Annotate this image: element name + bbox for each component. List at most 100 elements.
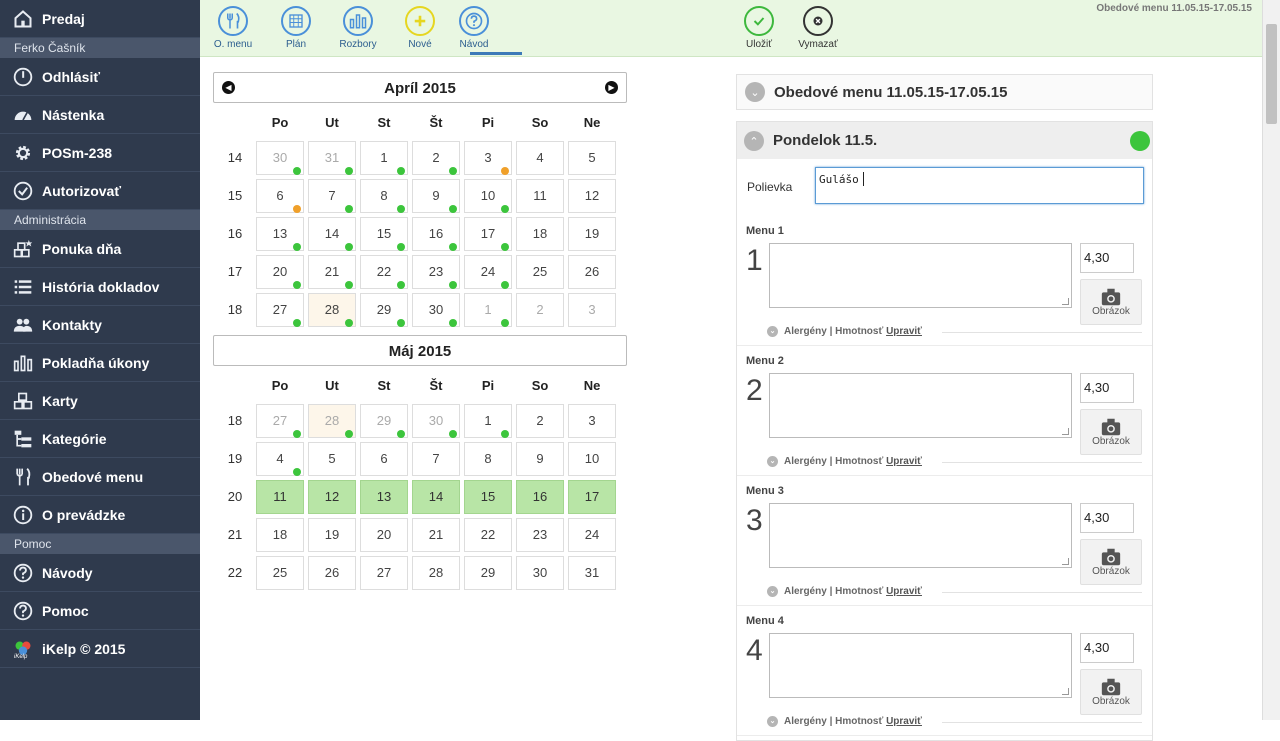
calendar-day[interactable]: 14: [412, 480, 460, 514]
sidebar-item[interactable]: Autorizovať: [0, 172, 200, 210]
menu-item-price-input[interactable]: 4,30: [1080, 633, 1134, 663]
calendar-day[interactable]: 19: [308, 518, 356, 552]
sidebar-item[interactable]: Návody: [0, 554, 200, 592]
calendar-day[interactable]: 22: [464, 518, 512, 552]
chevron-down-icon[interactable]: ⌄: [767, 716, 778, 727]
calendar-day[interactable]: 3: [568, 404, 616, 438]
calendar-day[interactable]: 15: [360, 217, 408, 251]
calendar-day[interactable]: 11: [256, 480, 304, 514]
chevron-up-icon[interactable]: ⌃: [744, 131, 764, 151]
calendar-day[interactable]: 7: [308, 179, 356, 213]
calendar-day[interactable]: 10: [464, 179, 512, 213]
menu-item-image-button[interactable]: Obrázok: [1080, 669, 1142, 715]
day-header[interactable]: ⌃ Pondelok 11.5.: [737, 122, 1152, 159]
calendar-day[interactable]: 17: [464, 217, 512, 251]
calendar-day[interactable]: 4: [256, 442, 304, 476]
toolbar-button[interactable]: Plán: [266, 6, 326, 50]
calendar-day[interactable]: 30: [412, 293, 460, 327]
calendar-day[interactable]: 30: [256, 141, 304, 175]
calendar-day[interactable]: 11: [516, 179, 564, 213]
calendar-day[interactable]: 21: [308, 255, 356, 289]
calendar-day[interactable]: 10: [568, 442, 616, 476]
calendar-day[interactable]: 23: [516, 518, 564, 552]
allergens-edit-link[interactable]: Upraviť: [886, 456, 922, 467]
calendar-day[interactable]: 3: [464, 141, 512, 175]
calendar-day[interactable]: 18: [256, 518, 304, 552]
sidebar-item[interactable]: Pomoc: [0, 592, 200, 630]
sidebar-item[interactable]: iKelp iKelp © 2015: [0, 630, 200, 668]
calendar-day[interactable]: 20: [256, 255, 304, 289]
sidebar-item[interactable]: Kategórie: [0, 420, 200, 458]
soup-input[interactable]: Gulášo: [815, 167, 1144, 204]
sidebar-item[interactable]: Nástenka: [0, 96, 200, 134]
calendar-day[interactable]: 24: [568, 518, 616, 552]
calendar-day[interactable]: 12: [308, 480, 356, 514]
calendar-day[interactable]: 26: [308, 556, 356, 590]
toolbar-button[interactable]: Nové: [390, 6, 450, 50]
calendar-day[interactable]: 5: [568, 141, 616, 175]
calendar-day[interactable]: 29: [464, 556, 512, 590]
calendar-day[interactable]: 1: [464, 404, 512, 438]
menu-item-image-button[interactable]: Obrázok: [1080, 409, 1142, 455]
calendar-day[interactable]: 31: [308, 141, 356, 175]
calendar-day[interactable]: 14: [308, 217, 356, 251]
calendar-day[interactable]: 27: [360, 556, 408, 590]
calendar-day[interactable]: 30: [516, 556, 564, 590]
chevron-down-icon[interactable]: ⌄: [767, 586, 778, 597]
calendar-day[interactable]: 29: [360, 293, 408, 327]
sidebar-item[interactable]: Predaj: [0, 0, 200, 38]
calendar-day[interactable]: 21: [412, 518, 460, 552]
calendar-day[interactable]: 22: [360, 255, 408, 289]
calendar-day[interactable]: 28: [308, 293, 356, 327]
calendar-day[interactable]: 13: [360, 480, 408, 514]
calendar-day[interactable]: 12: [568, 179, 616, 213]
toolbar-button[interactable]: Návod: [444, 6, 504, 50]
toolbar-button[interactable]: O. menu: [203, 6, 263, 50]
calendar-day[interactable]: 19: [568, 217, 616, 251]
calendar-day[interactable]: 16: [516, 480, 564, 514]
calendar-day[interactable]: 13: [256, 217, 304, 251]
menu-item-price-input[interactable]: 4,30: [1080, 243, 1134, 273]
calendar-day[interactable]: 25: [516, 255, 564, 289]
sidebar-item[interactable]: Obedové menu: [0, 458, 200, 496]
sidebar-item[interactable]: Odhlásiť: [0, 58, 200, 96]
allergens-edit-link[interactable]: Upraviť: [886, 716, 922, 727]
menu-week-header[interactable]: ⌄ Obedové menu 11.05.15-17.05.15: [736, 74, 1153, 110]
toolbar-button[interactable]: Rozbory: [328, 6, 388, 50]
calendar-day[interactable]: 8: [360, 179, 408, 213]
sidebar-item[interactable]: POSm-238: [0, 134, 200, 172]
calendar-day[interactable]: 7: [412, 442, 460, 476]
scrollbar-thumb[interactable]: [1266, 24, 1277, 124]
calendar-day[interactable]: 23: [412, 255, 460, 289]
chevron-down-icon[interactable]: ⌄: [767, 456, 778, 467]
calendar-day[interactable]: 2: [516, 404, 564, 438]
menu-item-image-button[interactable]: Obrázok: [1080, 279, 1142, 325]
sidebar-item[interactable]: O prevádzke: [0, 496, 200, 534]
calendar-day[interactable]: 9: [412, 179, 460, 213]
menu-item-description-input[interactable]: [769, 633, 1072, 698]
calendar-day[interactable]: 25: [256, 556, 304, 590]
calendar-day[interactable]: 28: [308, 404, 356, 438]
chevron-down-icon[interactable]: ⌄: [745, 82, 765, 102]
menu-item-description-input[interactable]: [769, 243, 1072, 308]
calendar-day[interactable]: 30: [412, 404, 460, 438]
menu-item-price-input[interactable]: 4,30: [1080, 373, 1134, 403]
menu-item-image-button[interactable]: Obrázok: [1080, 539, 1142, 585]
calendar-day[interactable]: 15: [464, 480, 512, 514]
calendar-day[interactable]: 24: [464, 255, 512, 289]
toolbar-button[interactable]: Vymazať: [788, 6, 848, 50]
sidebar-item[interactable]: Pokladňa úkony: [0, 344, 200, 382]
calendar-day[interactable]: 1: [464, 293, 512, 327]
calendar-day[interactable]: 2: [412, 141, 460, 175]
allergens-edit-link[interactable]: Upraviť: [886, 586, 922, 597]
calendar-day[interactable]: 16: [412, 217, 460, 251]
calendar-day[interactable]: 9: [516, 442, 564, 476]
scrollbar[interactable]: [1262, 0, 1280, 720]
calendar-day[interactable]: 29: [360, 404, 408, 438]
menu-item-description-input[interactable]: [769, 503, 1072, 568]
calendar-day[interactable]: 27: [256, 404, 304, 438]
calendar-day[interactable]: 2: [516, 293, 564, 327]
sidebar-item[interactable]: Ponuka dňa: [0, 230, 200, 268]
allergens-edit-link[interactable]: Upraviť: [886, 326, 922, 337]
calendar-day[interactable]: 17: [568, 480, 616, 514]
